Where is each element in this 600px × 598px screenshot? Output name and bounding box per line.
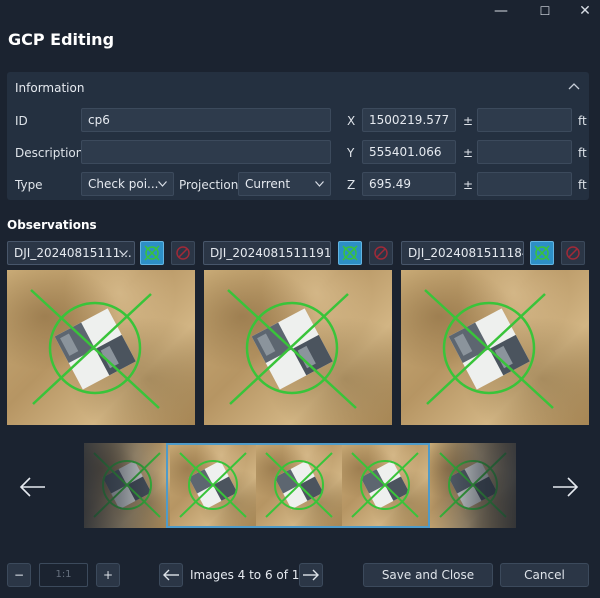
minimize-button[interactable]: — xyxy=(490,2,512,20)
observation-image[interactable] xyxy=(7,270,195,425)
gcp-target-image xyxy=(30,289,160,409)
observation-image-name: DJI_20240815111841_0 xyxy=(408,246,523,260)
z-label: Z xyxy=(347,178,356,192)
strip-fade-right xyxy=(430,443,540,528)
x-label: X xyxy=(347,114,356,128)
y-plusminus: ± xyxy=(463,146,474,160)
target-icon xyxy=(342,245,358,261)
description-label: Description xyxy=(15,146,84,160)
visible-range-highlight xyxy=(166,443,430,528)
gcp-target-image xyxy=(424,289,554,409)
information-header[interactable]: Information xyxy=(7,72,589,102)
cancel-button[interactable]: Cancel xyxy=(500,563,589,587)
next-page-button[interactable] xyxy=(299,563,323,587)
y-accuracy-field[interactable] xyxy=(477,140,572,164)
id-field[interactable]: cp6 xyxy=(81,108,331,132)
no-target-icon xyxy=(176,246,190,260)
observations-title: Observations xyxy=(7,218,97,232)
type-label: Type xyxy=(15,178,43,192)
x-accuracy-field[interactable] xyxy=(477,108,572,132)
z-plusminus: ± xyxy=(463,178,474,192)
gcp-target-image xyxy=(227,289,357,409)
observation-image-select[interactable]: DJI_20240815111... xyxy=(7,241,135,265)
reject-observation-button[interactable] xyxy=(369,241,393,265)
target-icon xyxy=(534,245,550,261)
y-unit: ft xyxy=(578,146,587,160)
close-button[interactable]: ✕ xyxy=(574,2,596,20)
zoom-field[interactable]: 1:1 xyxy=(39,563,88,587)
zoom-out-button[interactable]: − xyxy=(7,563,31,587)
observation-image[interactable] xyxy=(204,270,392,425)
z-unit: ft xyxy=(578,178,587,192)
x-unit: ft xyxy=(578,114,587,128)
description-field[interactable] xyxy=(81,140,331,164)
chevron-up-icon[interactable] xyxy=(567,80,581,94)
pager-text: Images 4 to 6 of 16 xyxy=(190,568,308,582)
x-plusminus: ± xyxy=(463,114,474,128)
y-label: Y xyxy=(347,146,355,160)
y-field[interactable]: 555401.066 xyxy=(362,140,456,164)
save-and-close-button[interactable]: Save and Close xyxy=(363,563,493,587)
arrow-left-icon xyxy=(163,569,179,581)
type-select[interactable]: Check poi... xyxy=(81,172,174,196)
arrow-left-icon[interactable] xyxy=(18,472,48,502)
type-select-value: Check poi... xyxy=(88,177,159,191)
title-bar: — ☐ ✕ xyxy=(0,0,600,22)
previous-page-button[interactable] xyxy=(159,563,183,587)
no-target-icon xyxy=(566,246,580,260)
accept-observation-button[interactable] xyxy=(530,241,554,265)
observation-image-name: DJI_20240815111911_04 xyxy=(210,246,331,260)
zoom-in-button[interactable]: + xyxy=(96,563,120,587)
chevron-down-icon xyxy=(315,181,324,187)
dialog-title: GCP Editing xyxy=(8,30,115,49)
chevron-down-icon xyxy=(119,250,128,256)
chevron-down-icon xyxy=(158,181,167,187)
maximize-button[interactable]: ☐ xyxy=(534,2,556,20)
observation-image-label[interactable]: DJI_20240815111911_04 xyxy=(203,241,331,265)
projection-select[interactable]: Current xyxy=(238,172,331,196)
projection-label: Projection xyxy=(179,178,239,192)
reject-observation-button[interactable] xyxy=(561,241,585,265)
no-target-icon xyxy=(374,246,388,260)
observation-image-label[interactable]: DJI_20240815111841_0 xyxy=(401,241,524,265)
accept-observation-button[interactable] xyxy=(140,241,164,265)
x-field[interactable]: 1500219.577 xyxy=(362,108,456,132)
arrow-right-icon xyxy=(303,569,319,581)
strip-fade-left xyxy=(60,443,170,528)
reject-observation-button[interactable] xyxy=(171,241,195,265)
target-icon xyxy=(144,245,160,261)
observation-image[interactable] xyxy=(401,270,589,425)
id-label: ID xyxy=(15,114,28,128)
accept-observation-button[interactable] xyxy=(338,241,362,265)
z-accuracy-field[interactable] xyxy=(477,172,572,196)
arrow-right-icon[interactable] xyxy=(550,472,580,502)
projection-select-value: Current xyxy=(245,177,291,191)
observation-image-name: DJI_20240815111... xyxy=(14,246,132,260)
z-field[interactable]: 695.49 xyxy=(362,172,456,196)
information-title: Information xyxy=(15,81,85,95)
